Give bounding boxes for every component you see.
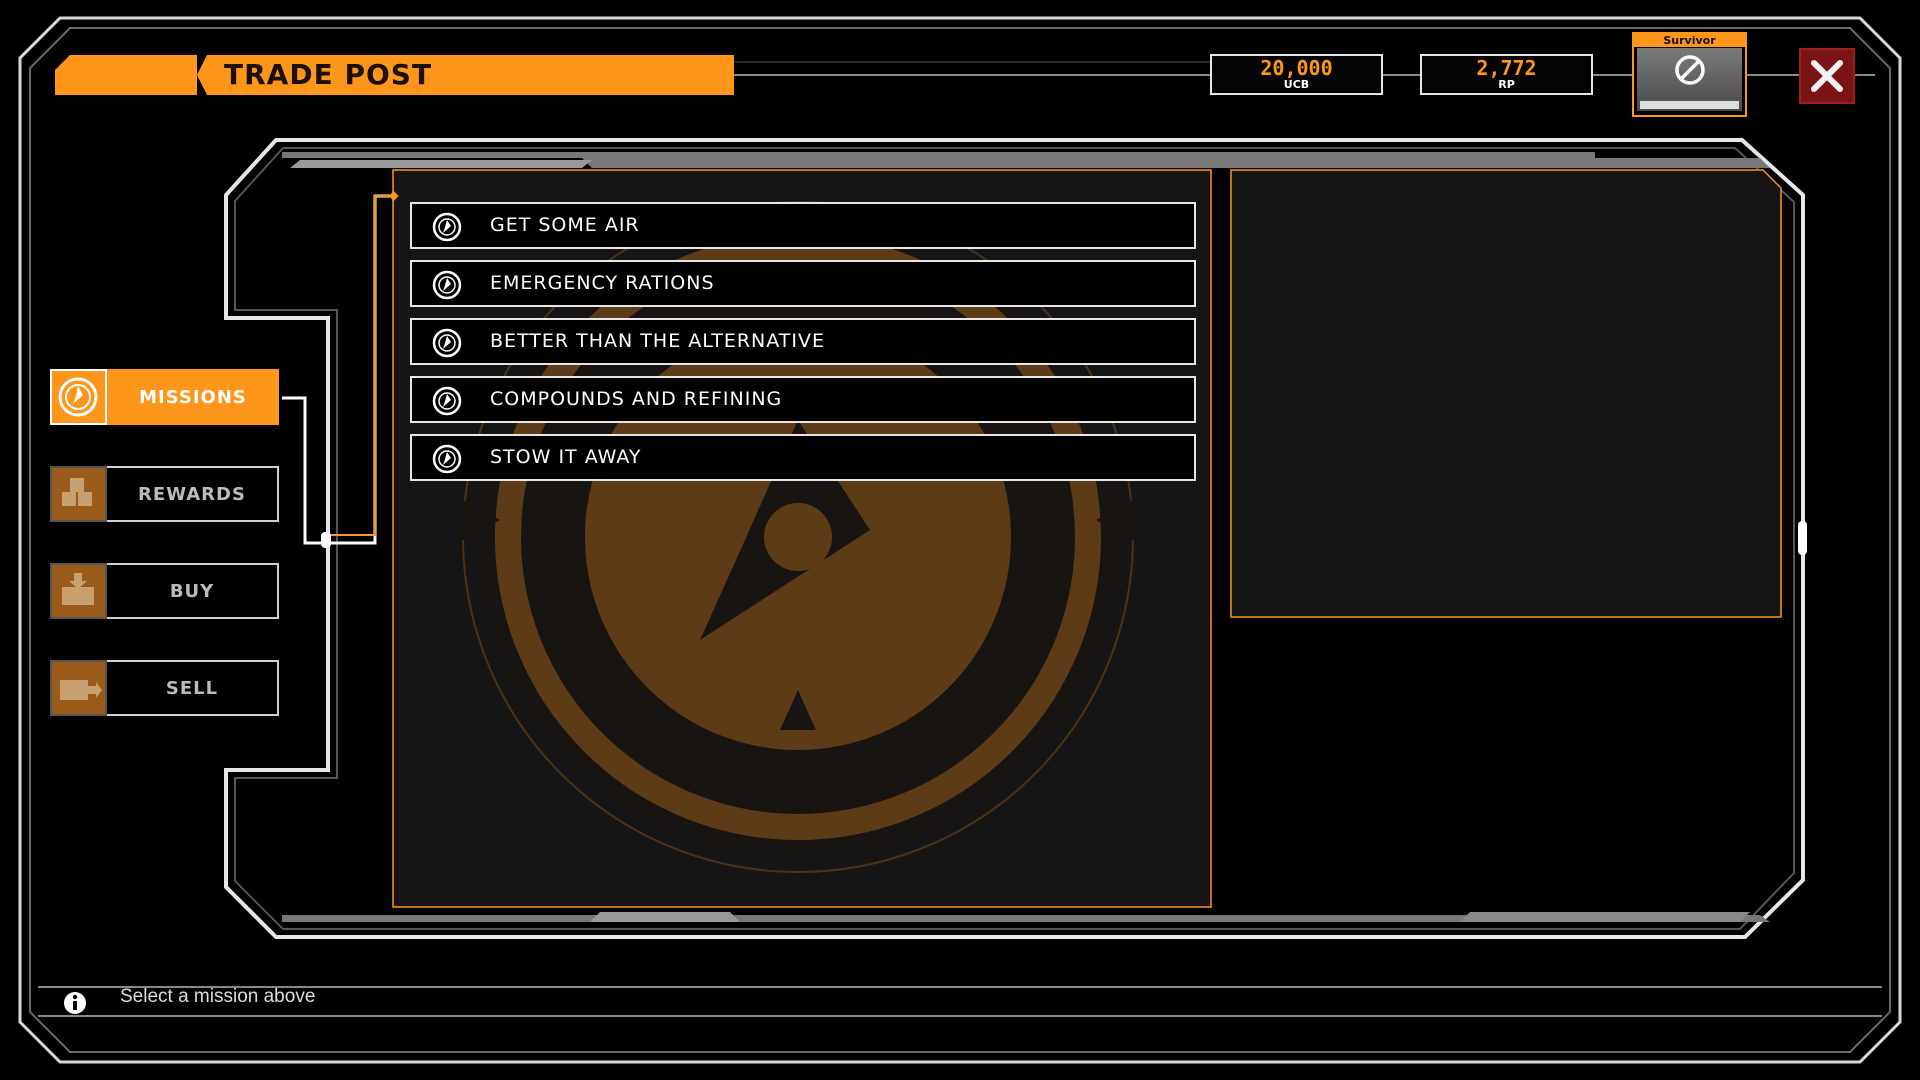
rank-progress-bar	[1640, 101, 1739, 109]
compass-icon	[432, 386, 462, 416]
mission-label: BETTER THAN THE ALTERNATIVE	[490, 330, 825, 352]
connector-node	[321, 532, 331, 548]
trade-post-screen: TRADE POST 20,000 UCB 2,772 RP Survivor	[0, 0, 1920, 1080]
tab-missions[interactable]: MISSIONS	[50, 369, 279, 425]
compass-icon	[50, 369, 107, 425]
page-title: TRADE POST	[224, 58, 433, 91]
tab-buy[interactable]: BUY	[50, 563, 279, 619]
status-message: Select a mission above	[120, 986, 316, 1007]
rank-label: Survivor	[1634, 34, 1745, 47]
currency-ucb: 20,000 UCB	[1210, 54, 1383, 95]
mission-label: EMERGENCY RATIONS	[490, 272, 715, 294]
bottom-band-3	[1460, 912, 1750, 922]
mission-item-stow-it-away[interactable]: STOW IT AWAY	[410, 434, 1196, 481]
currency-rp-amount: 2,772	[1476, 56, 1537, 80]
mission-item-compounds-and-refining[interactable]: COMPOUNDS AND REFINING	[410, 376, 1196, 423]
tab-missions-label: MISSIONS	[107, 369, 279, 425]
tab-rewards-label: REWARDS	[107, 466, 279, 522]
title-bar: TRADE POST	[197, 55, 734, 95]
tab-buy-label: BUY	[107, 563, 279, 619]
frame-decoration	[18, 16, 1902, 1064]
currency-ucb-amount: 20,000	[1260, 56, 1333, 80]
no-symbol-icon	[1675, 55, 1705, 85]
close-button[interactable]	[1799, 48, 1855, 104]
mission-label: GET SOME AIR	[490, 214, 640, 236]
mission-label: STOW IT AWAY	[490, 446, 642, 468]
currency-rp: 2,772 RP	[1420, 54, 1593, 95]
currency-ucb-unit: UCB	[1283, 78, 1310, 91]
currency-rp-unit: RP	[1498, 78, 1515, 91]
top-band-2	[290, 160, 592, 168]
tab-rewards[interactable]: REWARDS	[50, 466, 279, 522]
bottom-band-2	[590, 912, 740, 922]
rank-badge[interactable]: Survivor	[1632, 32, 1747, 117]
mission-item-emergency-rations[interactable]: EMERGENCY RATIONS	[410, 260, 1196, 307]
box-in-icon	[50, 563, 107, 619]
compass-icon	[432, 212, 462, 242]
tab-sell-label: SELL	[107, 660, 279, 716]
right-edge-tab	[1798, 521, 1807, 555]
mission-item-get-some-air[interactable]: GET SOME AIR	[410, 202, 1196, 249]
compass-icon	[432, 444, 462, 474]
mission-item-better-than-the-alternative[interactable]: BETTER THAN THE ALTERNATIVE	[410, 318, 1196, 365]
truck-out-icon	[50, 660, 107, 716]
detail-panel-bg	[1230, 169, 1782, 618]
title-accent	[55, 55, 197, 95]
info-icon	[64, 992, 86, 1014]
tab-sell[interactable]: SELL	[50, 660, 279, 716]
boxes-icon	[50, 466, 107, 522]
mission-list: GET SOME AIR EMERGENCY RATIONS BETTER TH…	[410, 202, 1196, 492]
compass-icon	[432, 328, 462, 358]
compass-icon	[432, 270, 462, 300]
mission-label: COMPOUNDS AND REFINING	[490, 388, 783, 410]
close-icon	[1811, 60, 1843, 92]
